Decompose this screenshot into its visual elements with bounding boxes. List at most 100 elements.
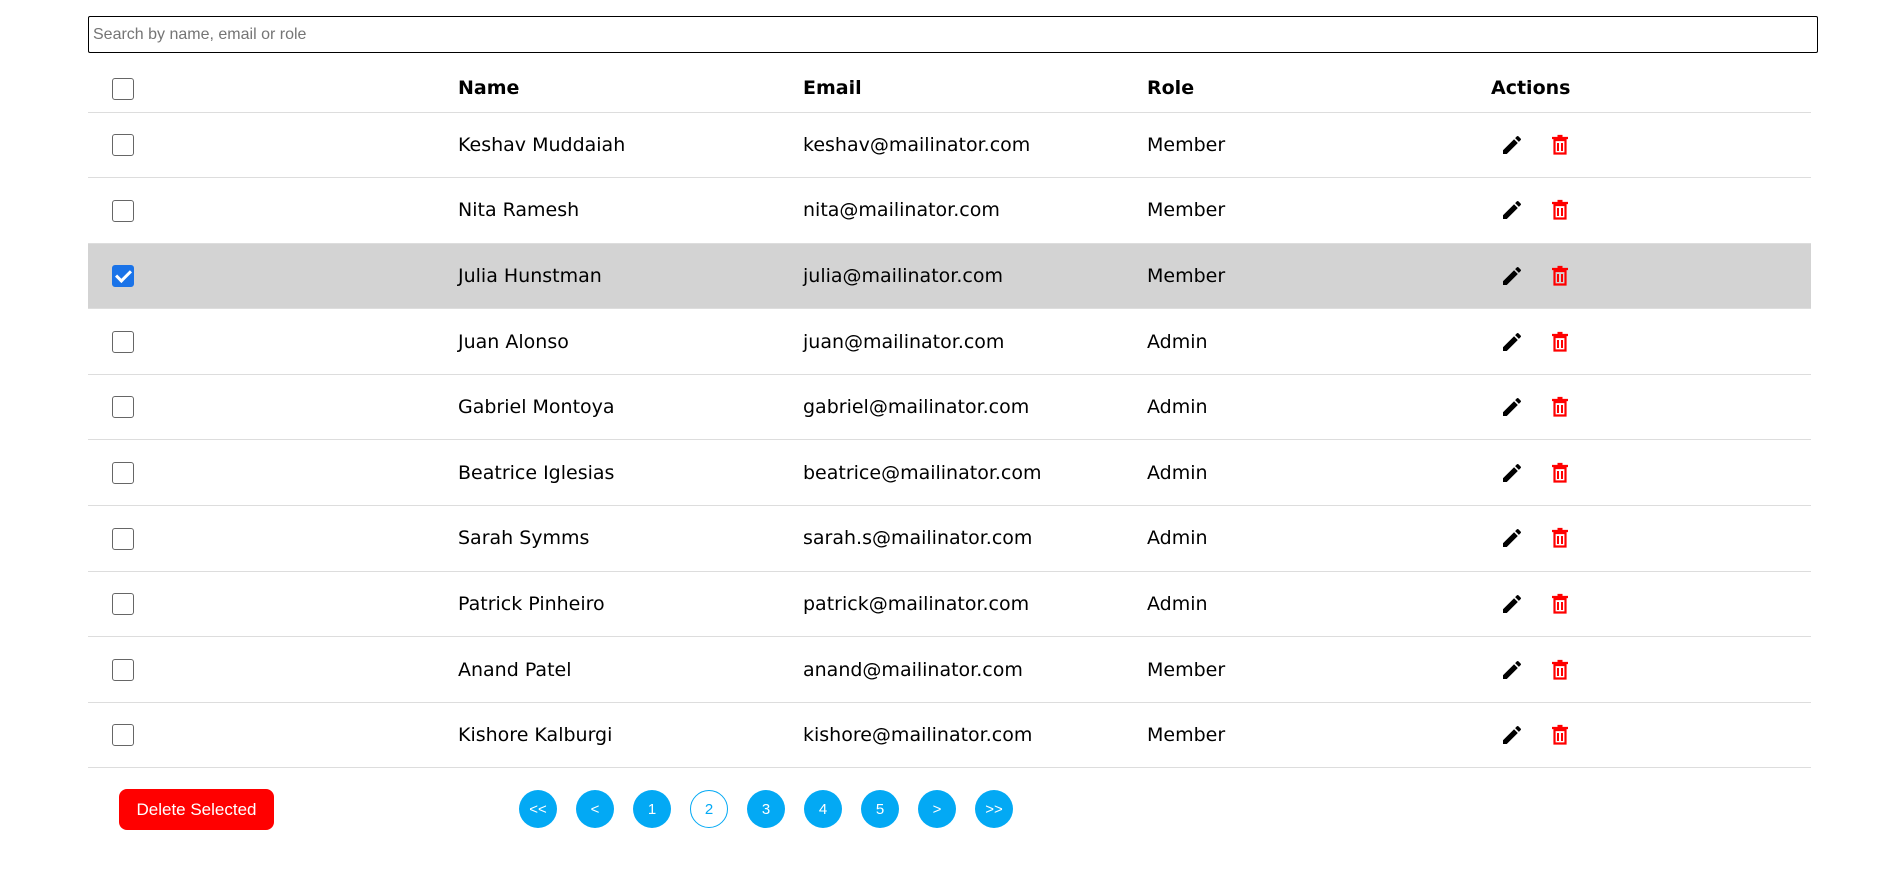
- page-button[interactable]: 3: [747, 790, 785, 828]
- page-button[interactable]: 1: [633, 790, 671, 828]
- pencil-icon[interactable]: [1499, 591, 1525, 617]
- prev-page-button[interactable]: <: [576, 790, 614, 828]
- cell-role: Admin: [1147, 527, 1208, 550]
- table-row[interactable]: Beatrice Iglesias beatrice@mailinator.com…: [88, 439, 1811, 506]
- cell-role: Member: [1147, 658, 1226, 681]
- row-checkbox[interactable]: [112, 265, 134, 288]
- cell-email: beatrice@mailinator.com: [803, 461, 1042, 484]
- cell-name: Nita Ramesh: [458, 199, 580, 222]
- header-actions: Actions: [1491, 77, 1571, 100]
- cell-name: Beatrice Iglesias: [458, 461, 615, 484]
- cell-actions: [1491, 309, 1811, 375]
- row-checkbox[interactable]: [112, 330, 134, 353]
- pencil-icon[interactable]: [1499, 722, 1525, 748]
- row-checkbox[interactable]: [112, 593, 134, 616]
- cell-role: Admin: [1147, 592, 1208, 615]
- cell-email: gabriel@mailinator.com: [803, 396, 1030, 419]
- cell-email: kishore@mailinator.com: [803, 724, 1033, 747]
- header-email[interactable]: Email: [803, 65, 1147, 112]
- cell-role: Member: [1147, 264, 1226, 287]
- trash-icon[interactable]: [1547, 525, 1573, 551]
- cell-name: Juan Alonso: [458, 330, 569, 353]
- first-page-button[interactable]: <<: [519, 790, 557, 828]
- next-page-button[interactable]: >: [918, 790, 956, 828]
- pencil-icon[interactable]: [1499, 460, 1525, 486]
- pencil-icon[interactable]: [1499, 394, 1525, 420]
- page-button[interactable]: 2: [690, 790, 728, 828]
- row-checkbox[interactable]: [112, 396, 134, 419]
- cell-actions: [1491, 243, 1811, 309]
- pencil-icon[interactable]: [1499, 263, 1525, 289]
- table-row[interactable]: Julia Hunstman julia@mailinator.com Member: [88, 243, 1811, 309]
- pencil-icon[interactable]: [1499, 329, 1525, 355]
- table-header-row: Name Email Role Actions: [88, 65, 1811, 112]
- trash-icon[interactable]: [1547, 394, 1573, 420]
- trash-icon[interactable]: [1547, 132, 1573, 158]
- pencil-icon[interactable]: [1499, 657, 1525, 683]
- trash-icon[interactable]: [1547, 329, 1573, 355]
- header-name[interactable]: Name: [458, 65, 803, 112]
- cell-name: Julia Hunstman: [458, 264, 602, 287]
- table-row[interactable]: Sarah Symms sarah.s@mailinator.com Admin: [88, 505, 1811, 572]
- table-row[interactable]: Anand Patel anand@mailinator.com Member: [88, 636, 1811, 703]
- page-button[interactable]: 5: [861, 790, 899, 828]
- trash-icon[interactable]: [1547, 197, 1573, 223]
- trash-icon[interactable]: [1547, 591, 1573, 617]
- cell-email: anand@mailinator.com: [803, 658, 1023, 681]
- delete-selected-button[interactable]: Delete Selected: [119, 789, 274, 830]
- cell-actions: [1491, 374, 1811, 440]
- table-row[interactable]: Gabriel Montoya gabriel@mailinator.com Adm…: [88, 374, 1811, 440]
- trash-icon[interactable]: [1547, 263, 1573, 289]
- row-checkbox[interactable]: [112, 658, 134, 681]
- pencil-icon[interactable]: [1499, 525, 1525, 551]
- cell-actions: [1491, 702, 1811, 768]
- row-checkbox[interactable]: [112, 462, 134, 485]
- cell-actions: [1491, 440, 1811, 506]
- cell-email: keshav@mailinator.com: [803, 133, 1031, 156]
- cell-name: Sarah Symms: [458, 527, 590, 550]
- table-row[interactable]: Kishore Kalburgi kishore@mailinator.com Me…: [88, 702, 1811, 768]
- header-role[interactable]: Role: [1147, 65, 1491, 112]
- cell-role: Admin: [1147, 461, 1208, 484]
- trash-icon[interactable]: [1547, 460, 1573, 486]
- cell-actions: [1491, 571, 1811, 637]
- search-input[interactable]: [88, 16, 1818, 53]
- cell-role: Member: [1147, 199, 1226, 222]
- table-row[interactable]: Patrick Pinheiro patrick@mailinator.com Ad…: [88, 571, 1811, 637]
- table-footer: Delete Selected << < 1 2 3 4 5 > >>: [119, 789, 1719, 831]
- last-page-button[interactable]: >>: [975, 790, 1013, 828]
- trash-icon[interactable]: [1547, 657, 1573, 683]
- table-row[interactable]: Nita Ramesh nita@mailinator.com Member: [88, 177, 1811, 244]
- pencil-icon[interactable]: [1499, 132, 1525, 158]
- cell-name: Kishore Kalburgi: [458, 724, 613, 747]
- cell-actions: [1491, 637, 1811, 703]
- cell-name: Keshav Muddaiah: [458, 133, 626, 156]
- cell-role: Member: [1147, 133, 1226, 156]
- cell-actions: [1491, 506, 1811, 572]
- cell-email: juan@mailinator.com: [803, 330, 1005, 353]
- user-table-panel: Name Email Role Actions Keshav Muddaiah k…: [88, 16, 1818, 768]
- table-row[interactable]: Juan Alonso juan@mailinator.com Admin: [88, 308, 1811, 375]
- cell-email: sarah.s@mailinator.com: [803, 527, 1033, 550]
- cell-role: Admin: [1147, 396, 1208, 419]
- cell-actions: [1491, 178, 1811, 244]
- select-all-checkbox[interactable]: [112, 77, 134, 100]
- pencil-icon[interactable]: [1499, 197, 1525, 223]
- row-checkbox[interactable]: [112, 134, 134, 157]
- cell-name: Patrick Pinheiro: [458, 592, 605, 615]
- trash-icon[interactable]: [1547, 722, 1573, 748]
- cell-email: nita@mailinator.com: [803, 199, 1000, 222]
- users-table: Name Email Role Actions Keshav Muddaiah k…: [88, 65, 1811, 768]
- cell-name: Gabriel Montoya: [458, 396, 615, 419]
- row-checkbox[interactable]: [112, 199, 134, 222]
- pagination: << < 1 2 3 4 5 > >>: [519, 790, 1013, 828]
- cell-name: Anand Patel: [458, 658, 572, 681]
- cell-email: patrick@mailinator.com: [803, 592, 1030, 615]
- row-checkbox[interactable]: [112, 724, 134, 747]
- cell-email: julia@mailinator.com: [803, 264, 1003, 287]
- row-checkbox[interactable]: [112, 527, 134, 550]
- table-row[interactable]: Keshav Muddaiah keshav@mailinator.com Memb…: [88, 112, 1811, 178]
- cell-actions: [1491, 112, 1811, 178]
- cell-role: Admin: [1147, 330, 1208, 353]
- page-button[interactable]: 4: [804, 790, 842, 828]
